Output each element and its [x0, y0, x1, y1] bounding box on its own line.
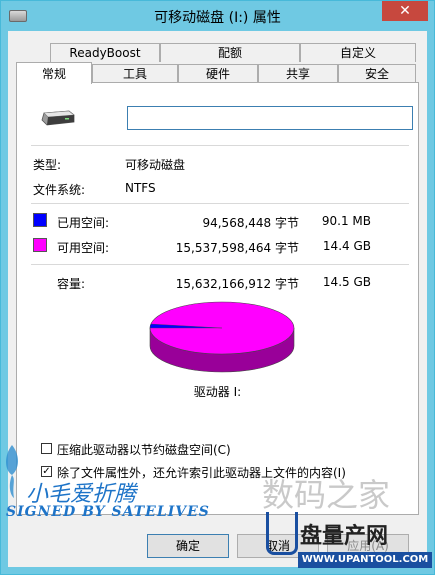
type-label: 类型: [33, 158, 62, 172]
compress-checkbox[interactable] [41, 443, 52, 454]
watermark-right-url: WWW.UPANTOOL.COM [298, 552, 432, 568]
free-space-color-swatch [33, 238, 47, 252]
filesystem-value: NTFS [125, 181, 156, 195]
tab-hardware[interactable]: 硬件 [178, 64, 258, 83]
volume-name-input[interactable] [127, 106, 413, 130]
capacity-bytes: 15,632,166,912 字节 [175, 277, 299, 291]
tab-security[interactable]: 安全 [338, 64, 416, 83]
filesystem-label: 文件系统: [33, 183, 86, 197]
tab-quota[interactable]: 配额 [160, 43, 300, 62]
used-space-bytes: 94,568,448 字节 [202, 216, 299, 230]
butterfly-logo [2, 440, 22, 500]
watermark-left-en: SIGNED BY SATELIVES [6, 504, 210, 520]
tab-tools[interactable]: 工具 [92, 64, 178, 83]
type-value: 可移动磁盘 [125, 158, 186, 172]
capacity-size: 14.5 GB [322, 275, 371, 289]
tab-sharing[interactable]: 共享 [258, 64, 338, 83]
tab-customize[interactable]: 自定义 [300, 43, 416, 62]
divider [31, 264, 409, 265]
ok-button[interactable]: 确定 [147, 534, 229, 558]
close-button[interactable]: ✕ [382, 1, 428, 21]
free-space-bytes: 15,537,598,464 字节 [175, 241, 299, 255]
watermark-right-cn: 数码之家 [262, 476, 391, 514]
used-space-label: 已用空间: [57, 216, 110, 230]
watermark-right-brand: 盘量产网 [300, 524, 389, 549]
divider [31, 145, 409, 146]
free-space-label: 可用空间: [57, 241, 110, 255]
drive-letter-label: 驱动器 I: [193, 385, 242, 399]
tab-general[interactable]: 常规 [16, 62, 92, 84]
removable-drive-icon [41, 110, 75, 126]
general-panel: 类型: 可移动磁盘 文件系统: NTFS 已用空间: 94,568,448 字节… [16, 82, 419, 515]
watermark-u-logo [266, 512, 298, 555]
used-space-size: 90.1 MB [321, 214, 371, 228]
capacity-label: 容量: [57, 277, 86, 291]
used-space-color-swatch [33, 213, 47, 227]
divider [31, 203, 409, 204]
title-bar[interactable]: 可移动磁盘 (I:) 属性 ✕ [1, 1, 434, 31]
free-space-size: 14.4 GB [322, 239, 371, 253]
compress-label[interactable]: 压缩此驱动器以节约磁盘空间(C) [57, 441, 231, 458]
tab-readyboost[interactable]: ReadyBoost [50, 43, 160, 62]
disk-usage-pie-chart [149, 301, 295, 373]
window-title: 可移动磁盘 (I:) 属性 [154, 10, 281, 26]
